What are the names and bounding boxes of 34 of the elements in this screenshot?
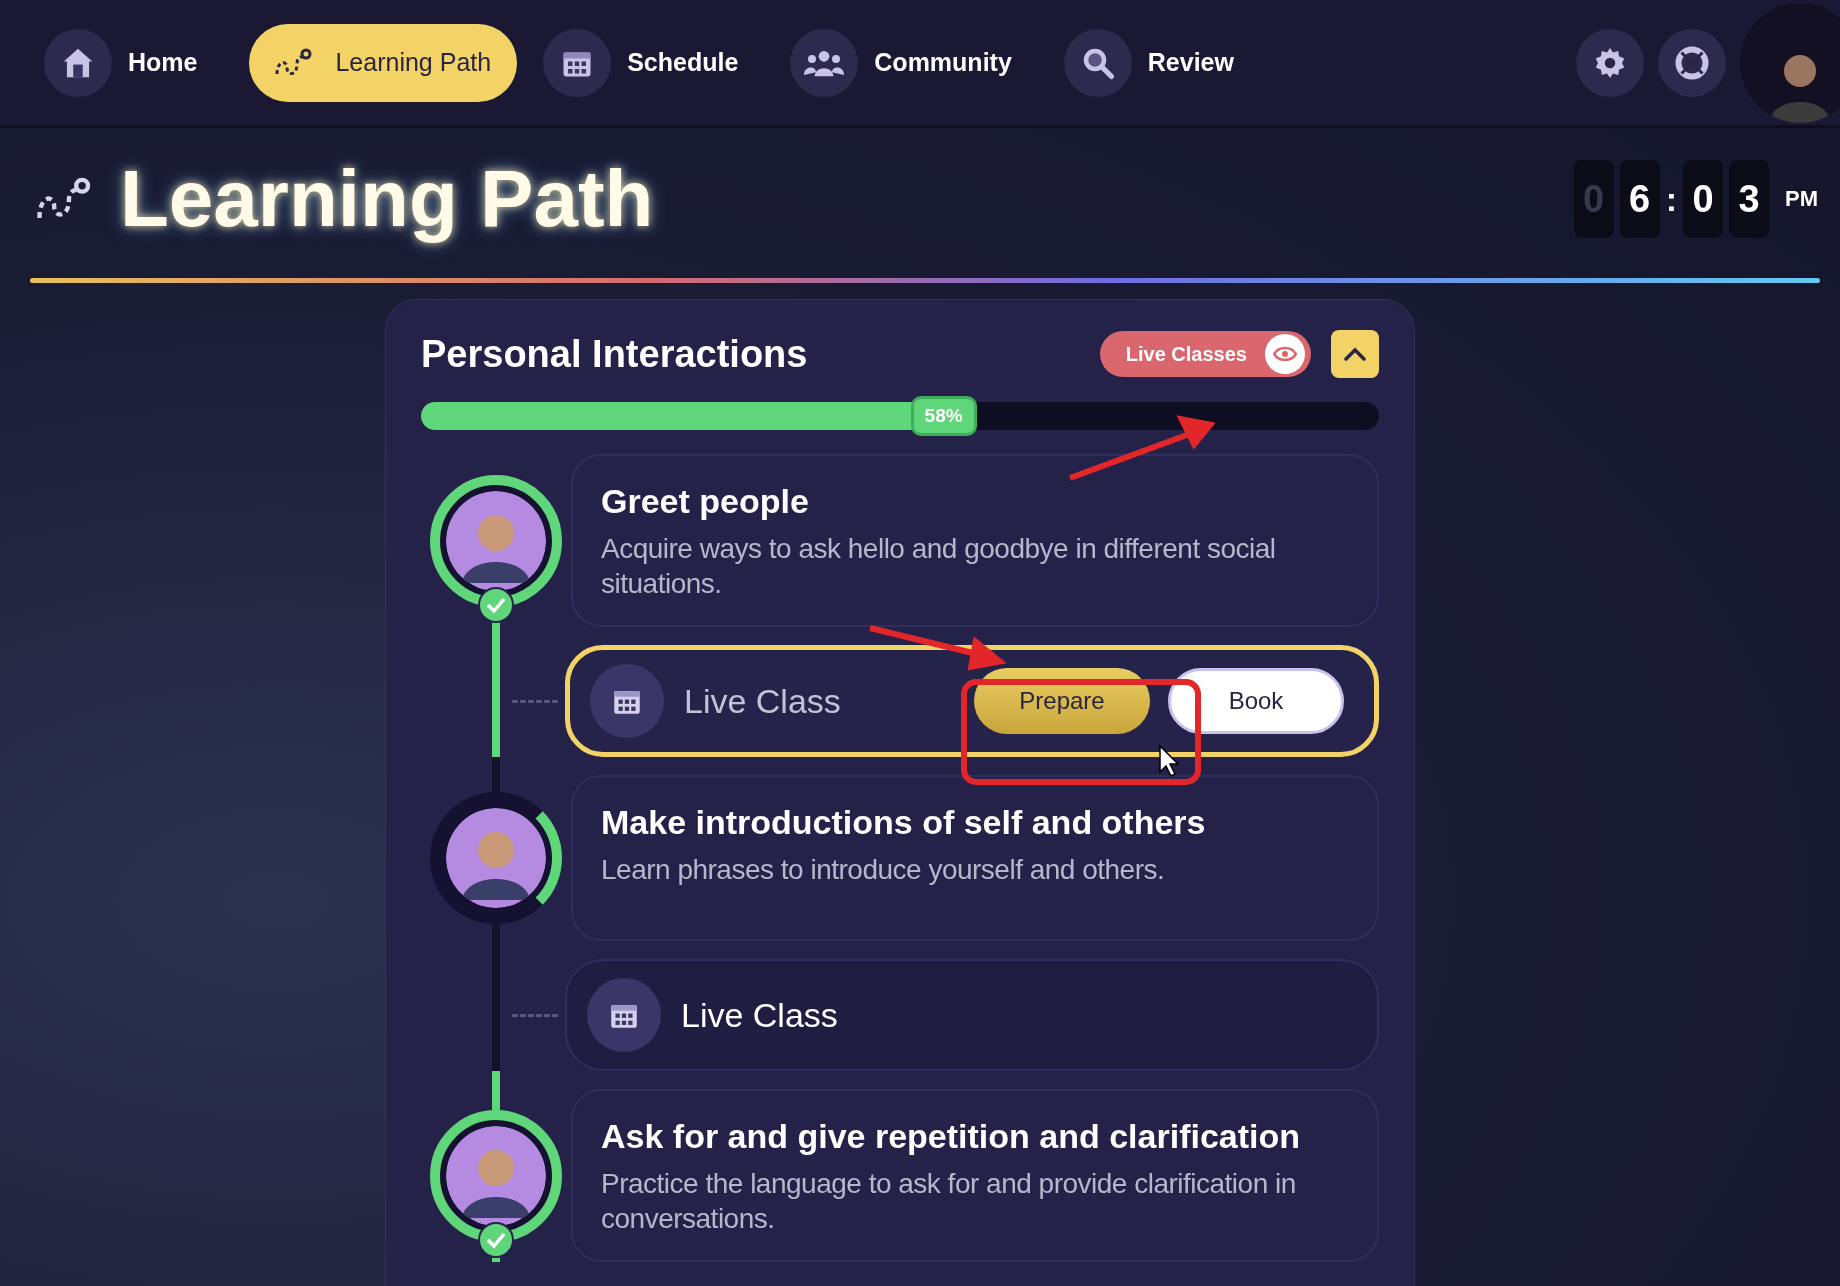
clock-digit: 0 [1573, 160, 1614, 238]
clock-digit: 6 [1619, 160, 1660, 238]
mouse-cursor [1159, 744, 1180, 777]
clock-separator: : [1665, 179, 1677, 219]
lesson-card[interactable]: Make introductions of self and others Learn phrases to introduce yourself and others. [571, 775, 1379, 941]
lesson-description: Practice the language to ask for and provide clarification in conversations. [601, 1167, 1297, 1236]
lifebuoy-icon [1674, 44, 1710, 81]
nav-tab[interactable]: Schedule [543, 23, 765, 102]
chevron-icon [1344, 347, 1366, 361]
eye-icon [1273, 346, 1297, 362]
lesson-title: Greet people [601, 482, 810, 521]
lesson-card[interactable]: Greet people Acquire ways to ask hello and goodbye in different social situations. [571, 454, 1379, 627]
lesson-description: Acquire ways to ask hello and goodbye in different social situations. [601, 532, 1277, 601]
collapse-button[interactable] [1331, 330, 1379, 378]
prepare-button[interactable]: Prepare [974, 668, 1150, 734]
check-icon [478, 587, 514, 623]
lesson-title: Ask for and give repetition and clarification [601, 1117, 1302, 1156]
clock-digit: 0 [1683, 160, 1723, 238]
progress-label: 58% [910, 396, 977, 436]
nav-tab[interactable]: Home [44, 23, 224, 102]
clock-digit: 3 [1729, 160, 1769, 238]
clock-meridiem: PM [1785, 186, 1818, 212]
lesson-description: Learn phrases to introduce yourself and others. [601, 853, 1166, 887]
lesson-card[interactable]: Ask for and give repetition and clarification Practice the language to ask for and provide clarification in conversations. [571, 1089, 1379, 1262]
nav-tab[interactable]: Community [790, 23, 1038, 102]
page-title: Learning Path [120, 153, 654, 245]
lesson-title: Make introductions of self and others [601, 803, 1207, 842]
check-icon [478, 1222, 514, 1258]
card-title: Personal Interactions [421, 332, 808, 376]
live-class-label: Live Class [681, 995, 838, 1035]
book-button[interactable]: Book [1168, 668, 1344, 734]
live-class-label: Live Class [684, 681, 841, 721]
nav-tab[interactable]: Review [1063, 23, 1260, 102]
nav-tab[interactable]: Learning Path [249, 23, 518, 102]
